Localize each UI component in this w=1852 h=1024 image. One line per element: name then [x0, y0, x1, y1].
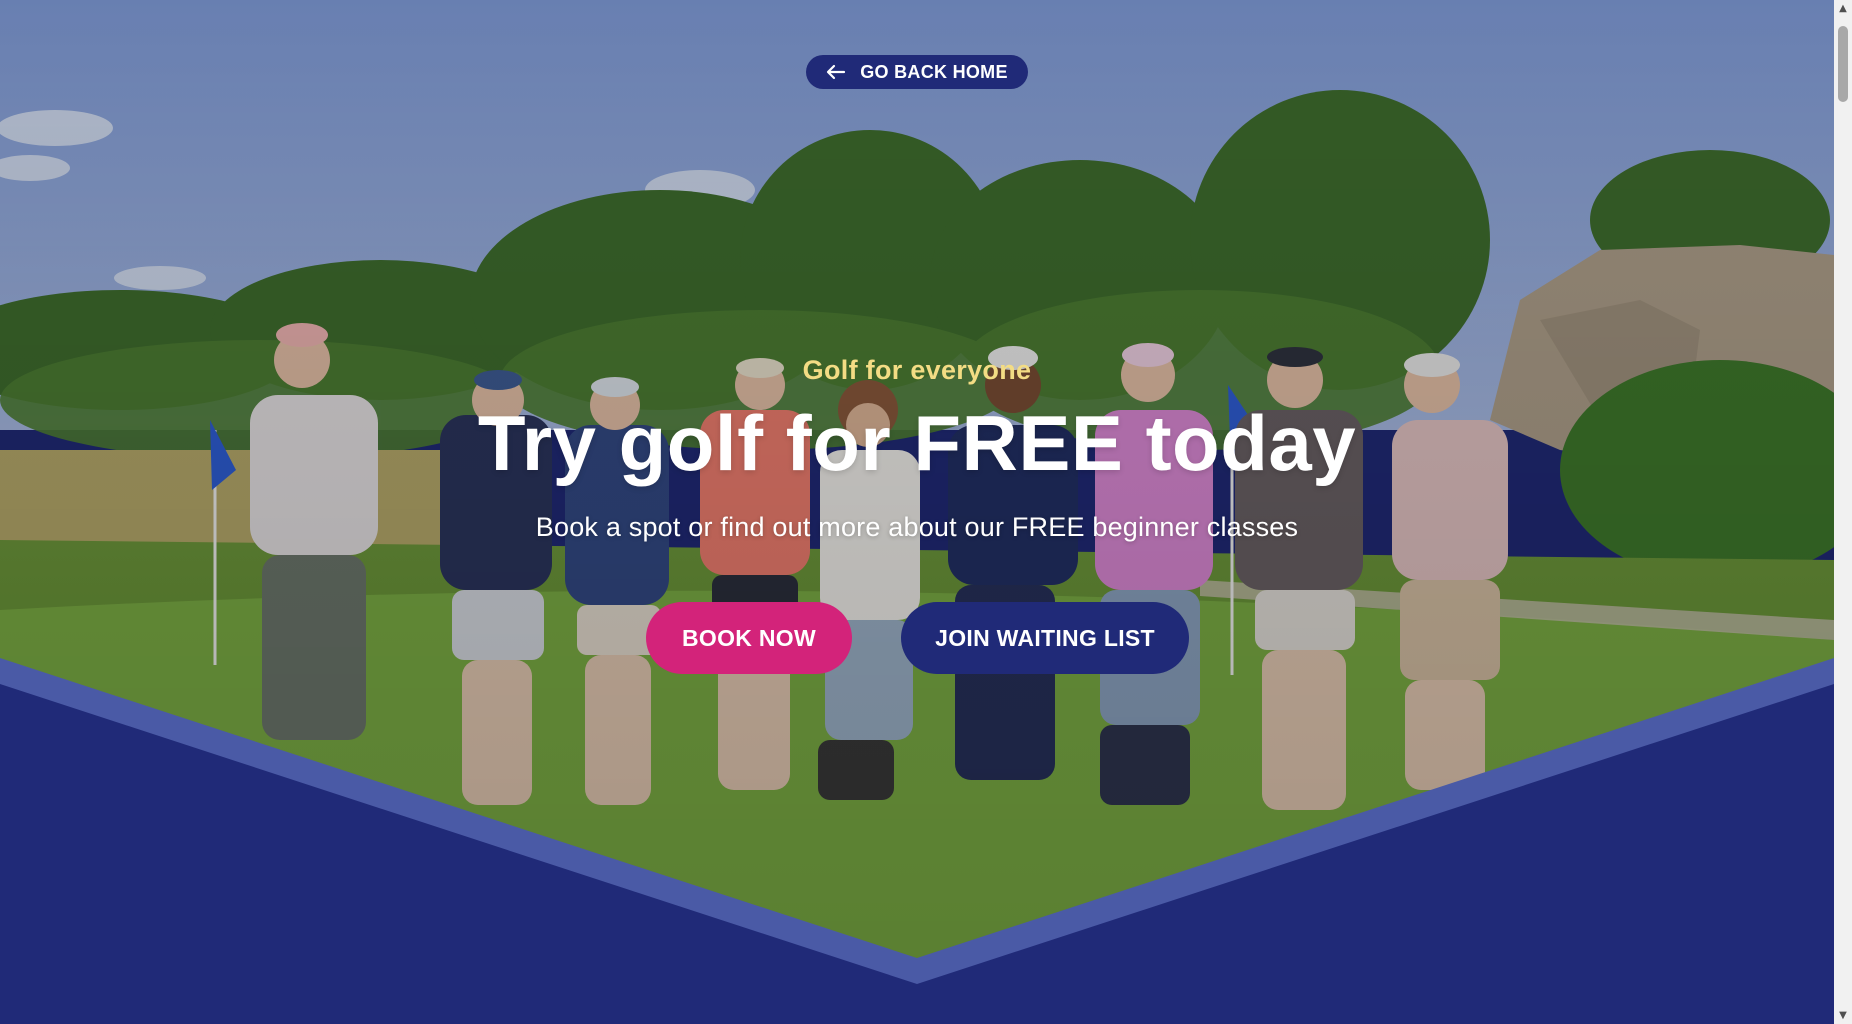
- vertical-scrollbar[interactable]: ▲ ▼: [1834, 0, 1852, 1024]
- book-now-label: BOOK NOW: [682, 624, 816, 651]
- hero-headline: Try golf for FREE today: [477, 399, 1357, 487]
- go-back-home-button[interactable]: GO BACK HOME: [806, 55, 1028, 89]
- triangle-down-icon[interactable]: ▼: [1834, 1007, 1852, 1024]
- triangle-up-icon[interactable]: ▲: [1834, 0, 1852, 17]
- book-now-button[interactable]: BOOK NOW: [646, 602, 852, 674]
- join-waiting-list-label: JOIN WAITING LIST: [935, 624, 1155, 651]
- arrow-left-icon: [826, 64, 846, 80]
- viewport: GO BACK HOME Golf for everyone Try golf …: [0, 0, 1834, 1024]
- hero-eyebrow: Golf for everyone: [802, 355, 1032, 385]
- join-waiting-list-button[interactable]: JOIN WAITING LIST: [901, 602, 1189, 674]
- scrollbar-thumb[interactable]: [1838, 26, 1848, 102]
- page: GO BACK HOME Golf for everyone Try golf …: [0, 0, 1852, 1024]
- go-back-home-label: GO BACK HOME: [860, 61, 1008, 82]
- hero-subheadline: Book a spot or find out more about our F…: [535, 512, 1299, 542]
